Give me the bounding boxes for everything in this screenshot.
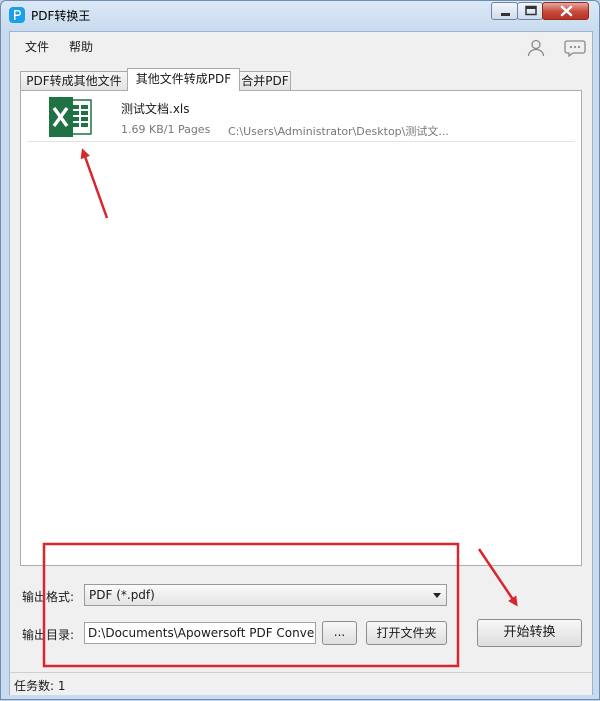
file-name: 测试文档.xls [121, 102, 190, 116]
app-logo-icon [9, 7, 25, 23]
row-divider [27, 141, 575, 142]
client-area: 文件 帮助 PDF转成其他文件 其他文件转成PDF 合并PDF 测试文档.xls… [9, 31, 593, 695]
user-icon[interactable] [526, 39, 546, 57]
tab-label: 合并PDF [241, 74, 289, 88]
minimize-button[interactable] [491, 2, 518, 20]
tab-pdf-to-other[interactable]: PDF转成其他文件 [20, 71, 128, 90]
minimize-icon [501, 13, 510, 16]
tab-other-to-pdf[interactable]: 其他文件转成PDF [127, 68, 240, 91]
maximize-icon [525, 5, 537, 16]
file-list-panel[interactable]: 测试文档.xls 1.69 KB/1 Pages C:\Users\Admini… [20, 90, 582, 566]
close-icon [560, 5, 573, 17]
tab-merge-pdf[interactable]: 合并PDF [239, 71, 291, 90]
excel-file-icon [49, 97, 92, 137]
app-window: PDF转换王 文件 帮助 PDF转成其他文件 其他文件转成PDF 合并PDF 测… [0, 0, 600, 700]
start-convert-button[interactable]: 开始转换 [477, 619, 582, 647]
tab-label: PDF转成其他文件 [26, 74, 122, 88]
status-bar: 任务数: 1 [10, 672, 592, 695]
chat-icon[interactable] [564, 39, 586, 57]
file-size-pages: 1.69 KB/1 Pages [121, 123, 211, 136]
title-bar[interactable]: PDF转换王 [1, 1, 599, 29]
window-title: PDF转换王 [31, 9, 91, 23]
output-format-select[interactable]: PDF (*.pdf) [84, 584, 447, 606]
output-dir-label: 输出目录: [22, 628, 75, 642]
list-item[interactable]: 测试文档.xls 1.69 KB/1 Pages C:\Users\Admini… [21, 91, 581, 143]
output-format-label: 输出格式: [22, 590, 75, 604]
browse-button[interactable]: ... [322, 621, 357, 645]
open-folder-button[interactable]: 打开文件夹 [366, 621, 447, 645]
dropdown-arrow-icon [433, 593, 441, 598]
close-button[interactable] [542, 2, 589, 20]
menu-help[interactable]: 帮助 [69, 38, 93, 55]
file-path: C:\Users\Administrator\Desktop\测试文... [228, 125, 449, 138]
maximize-button[interactable] [517, 2, 543, 20]
tab-label: 其他文件转成PDF [135, 72, 232, 86]
output-dir-input[interactable]: D:\Documents\Apowersoft PDF Conver [84, 622, 316, 644]
menu-file[interactable]: 文件 [25, 38, 49, 55]
menu-bar: 文件 帮助 [10, 32, 592, 58]
output-format-value: PDF (*.pdf) [89, 588, 155, 602]
task-count: 任务数: 1 [14, 679, 66, 693]
